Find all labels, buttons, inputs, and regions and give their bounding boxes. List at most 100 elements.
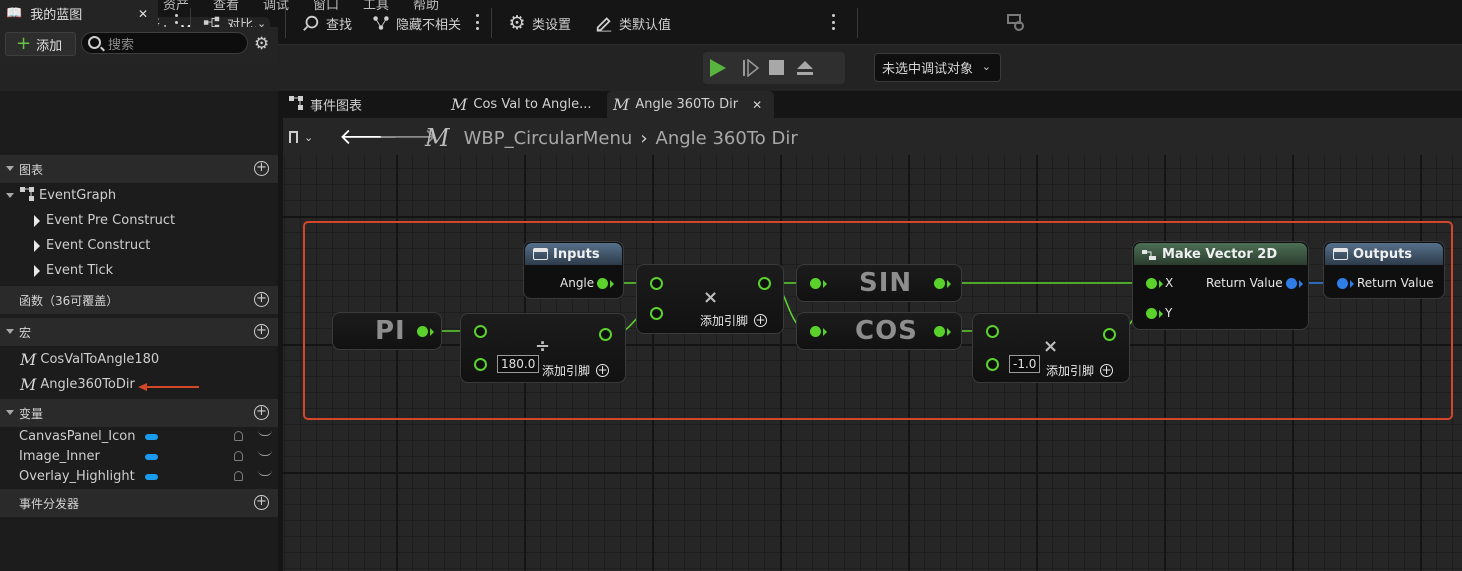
- class-settings-button[interactable]: ⚙ 类设置: [508, 9, 571, 37]
- pi-node[interactable]: PI: [332, 312, 442, 350]
- return-value-input-pin[interactable]: [1337, 278, 1348, 289]
- variable-label: CanvasPanel_Icon: [19, 429, 136, 444]
- section-functions[interactable]: 函数（36可覆盖） +: [0, 286, 278, 314]
- tab-cos-val-to-angle[interactable]: M Cos Val to Angle...: [451, 91, 592, 118]
- hide-unrelated-options-icon[interactable]: [475, 14, 479, 30]
- hide-unrelated-button[interactable]: 隐藏不相关: [372, 9, 461, 37]
- divide-input-b-pin[interactable]: [474, 358, 487, 371]
- multiply-value-field[interactable]: -1.0: [1009, 355, 1041, 373]
- add-pin-button[interactable]: 添加引脚 +: [700, 312, 768, 329]
- sin-input-pin[interactable]: [810, 278, 821, 289]
- multiply-icon: ×: [703, 287, 719, 308]
- tree-item-event-graph[interactable]: EventGraph: [0, 183, 278, 208]
- visibility-eye-icon[interactable]: [258, 450, 272, 456]
- add-pin-button[interactable]: 添加引脚 +: [1046, 362, 1114, 379]
- section-macros[interactable]: 宏 +: [0, 318, 278, 346]
- add-pin-icon: +: [1100, 363, 1114, 377]
- angle-output-pin[interactable]: [597, 278, 608, 289]
- pin-arrow-icon: [1159, 280, 1163, 288]
- tunnel-icon: [1333, 248, 1348, 260]
- step-icon[interactable]: [742, 58, 760, 78]
- visibility-eye-icon[interactable]: [258, 470, 272, 476]
- eject-icon[interactable]: [796, 59, 814, 77]
- breadcrumb-root[interactable]: WBP_CircularMenu: [464, 128, 633, 149]
- cos-input-pin[interactable]: [810, 326, 821, 337]
- divide-output-pin[interactable]: [599, 328, 612, 341]
- multiply-input-b-pin[interactable]: [650, 307, 663, 320]
- multiply-output-pin[interactable]: [758, 277, 771, 290]
- y-input-pin[interactable]: [1146, 308, 1157, 319]
- add-function-icon[interactable]: +: [254, 292, 269, 307]
- divide-value-field[interactable]: 180.0: [497, 355, 540, 373]
- add-pin-icon: +: [596, 363, 610, 377]
- search-input[interactable]: 搜索: [81, 32, 248, 54]
- add-graph-icon[interactable]: +: [254, 161, 269, 176]
- add-macro-icon[interactable]: +: [254, 324, 269, 339]
- divide-input-a-pin[interactable]: [474, 325, 487, 338]
- multiply-node[interactable]: × 添加引脚 +: [636, 264, 784, 334]
- multiply-node[interactable]: -1.0 × 添加引脚 +: [972, 313, 1130, 383]
- replication-icon[interactable]: [234, 471, 243, 481]
- add-button[interactable]: + 添加: [5, 32, 76, 56]
- x-pin-label: X: [1165, 276, 1174, 290]
- stop-icon[interactable]: [769, 60, 784, 75]
- tree-item-event[interactable]: Event Pre Construct: [0, 208, 278, 233]
- inputs-node[interactable]: Inputs Angle: [523, 241, 624, 299]
- x-input-pin[interactable]: [1146, 278, 1157, 289]
- inputs-node-header: Inputs: [525, 243, 622, 265]
- class-defaults-button[interactable]: 类默认值: [595, 9, 671, 37]
- tree-item-macro[interactable]: M CosValToAngle180: [0, 347, 278, 372]
- graph-icon: [289, 95, 303, 114]
- tree-item-event[interactable]: Event Construct: [0, 233, 278, 258]
- add-dispatcher-icon[interactable]: +: [254, 495, 269, 510]
- section-graphs[interactable]: 图表 +: [0, 155, 278, 183]
- tab-event-graph[interactable]: 事件图表: [289, 91, 362, 118]
- multiply-input-a-pin[interactable]: [986, 325, 999, 338]
- multiply-input-b-pin[interactable]: [986, 358, 999, 371]
- variable-row[interactable]: Overlay_Highlight: [0, 464, 278, 489]
- find-icon: [302, 14, 320, 32]
- tree-item-event[interactable]: Event Tick: [0, 258, 278, 283]
- class-defaults-label: 类默认值: [619, 17, 672, 33]
- multiply-output-pin[interactable]: [1103, 328, 1116, 341]
- tab-angle-360-to-dir[interactable]: M Angle 360To Dir ✕: [607, 91, 775, 118]
- add-pin-label: 添加引脚: [1046, 364, 1095, 378]
- replication-icon[interactable]: [234, 451, 243, 461]
- return-value-output-pin[interactable]: [1286, 278, 1297, 289]
- section-variables[interactable]: 变量 +: [0, 399, 278, 427]
- chevron-down-icon: ⌄: [981, 60, 991, 73]
- panel-settings-gear-icon[interactable]: ⚙: [254, 34, 269, 54]
- event-icon: [34, 264, 40, 277]
- sin-node-title: SIN: [859, 268, 913, 298]
- debug-object-select[interactable]: 未选中调试对象 ⌄: [874, 53, 1001, 82]
- bookmark-icon: [289, 131, 298, 143]
- menu-asset[interactable]: 资产: [163, 0, 189, 13]
- add-pin-button[interactable]: 添加引脚 +: [542, 362, 610, 379]
- object-type-icon: [145, 454, 158, 460]
- make-vector-2d-node[interactable]: Make Vector 2D X Y Return Value: [1132, 241, 1309, 330]
- close-tab-icon[interactable]: ✕: [752, 98, 762, 112]
- replication-icon[interactable]: [234, 431, 243, 441]
- bookmark-button[interactable]: ⌄: [289, 123, 313, 151]
- event-icon: [34, 239, 40, 252]
- sin-node[interactable]: SIN: [796, 264, 962, 302]
- visibility-eye-icon[interactable]: [258, 430, 272, 436]
- return-value-label: Return Value: [1357, 276, 1434, 290]
- outputs-node[interactable]: Outputs Return Value: [1323, 241, 1445, 299]
- divide-node[interactable]: 180.0 ÷ 添加引脚 +: [460, 313, 626, 383]
- play-icon[interactable]: [710, 59, 726, 77]
- close-icon[interactable]: ✕: [138, 7, 148, 21]
- pi-output-pin[interactable]: [417, 326, 428, 337]
- sin-output-pin[interactable]: [934, 278, 945, 289]
- my-blueprint-tab[interactable]: 📖 我的蓝图 ✕: [0, 0, 158, 27]
- outputs-node-title: Outputs: [1353, 246, 1413, 262]
- play-options-icon[interactable]: [831, 14, 835, 30]
- debug-filter-button[interactable]: [1007, 9, 1031, 37]
- multiply-input-a-pin[interactable]: [650, 277, 663, 290]
- cos-node[interactable]: COS: [796, 312, 962, 350]
- section-event-dispatchers[interactable]: 事件分发器 +: [0, 489, 278, 517]
- cos-output-pin[interactable]: [934, 326, 945, 337]
- add-variable-icon[interactable]: +: [254, 405, 269, 420]
- find-button[interactable]: 查找: [302, 9, 352, 37]
- divide-icon: ÷: [535, 336, 551, 357]
